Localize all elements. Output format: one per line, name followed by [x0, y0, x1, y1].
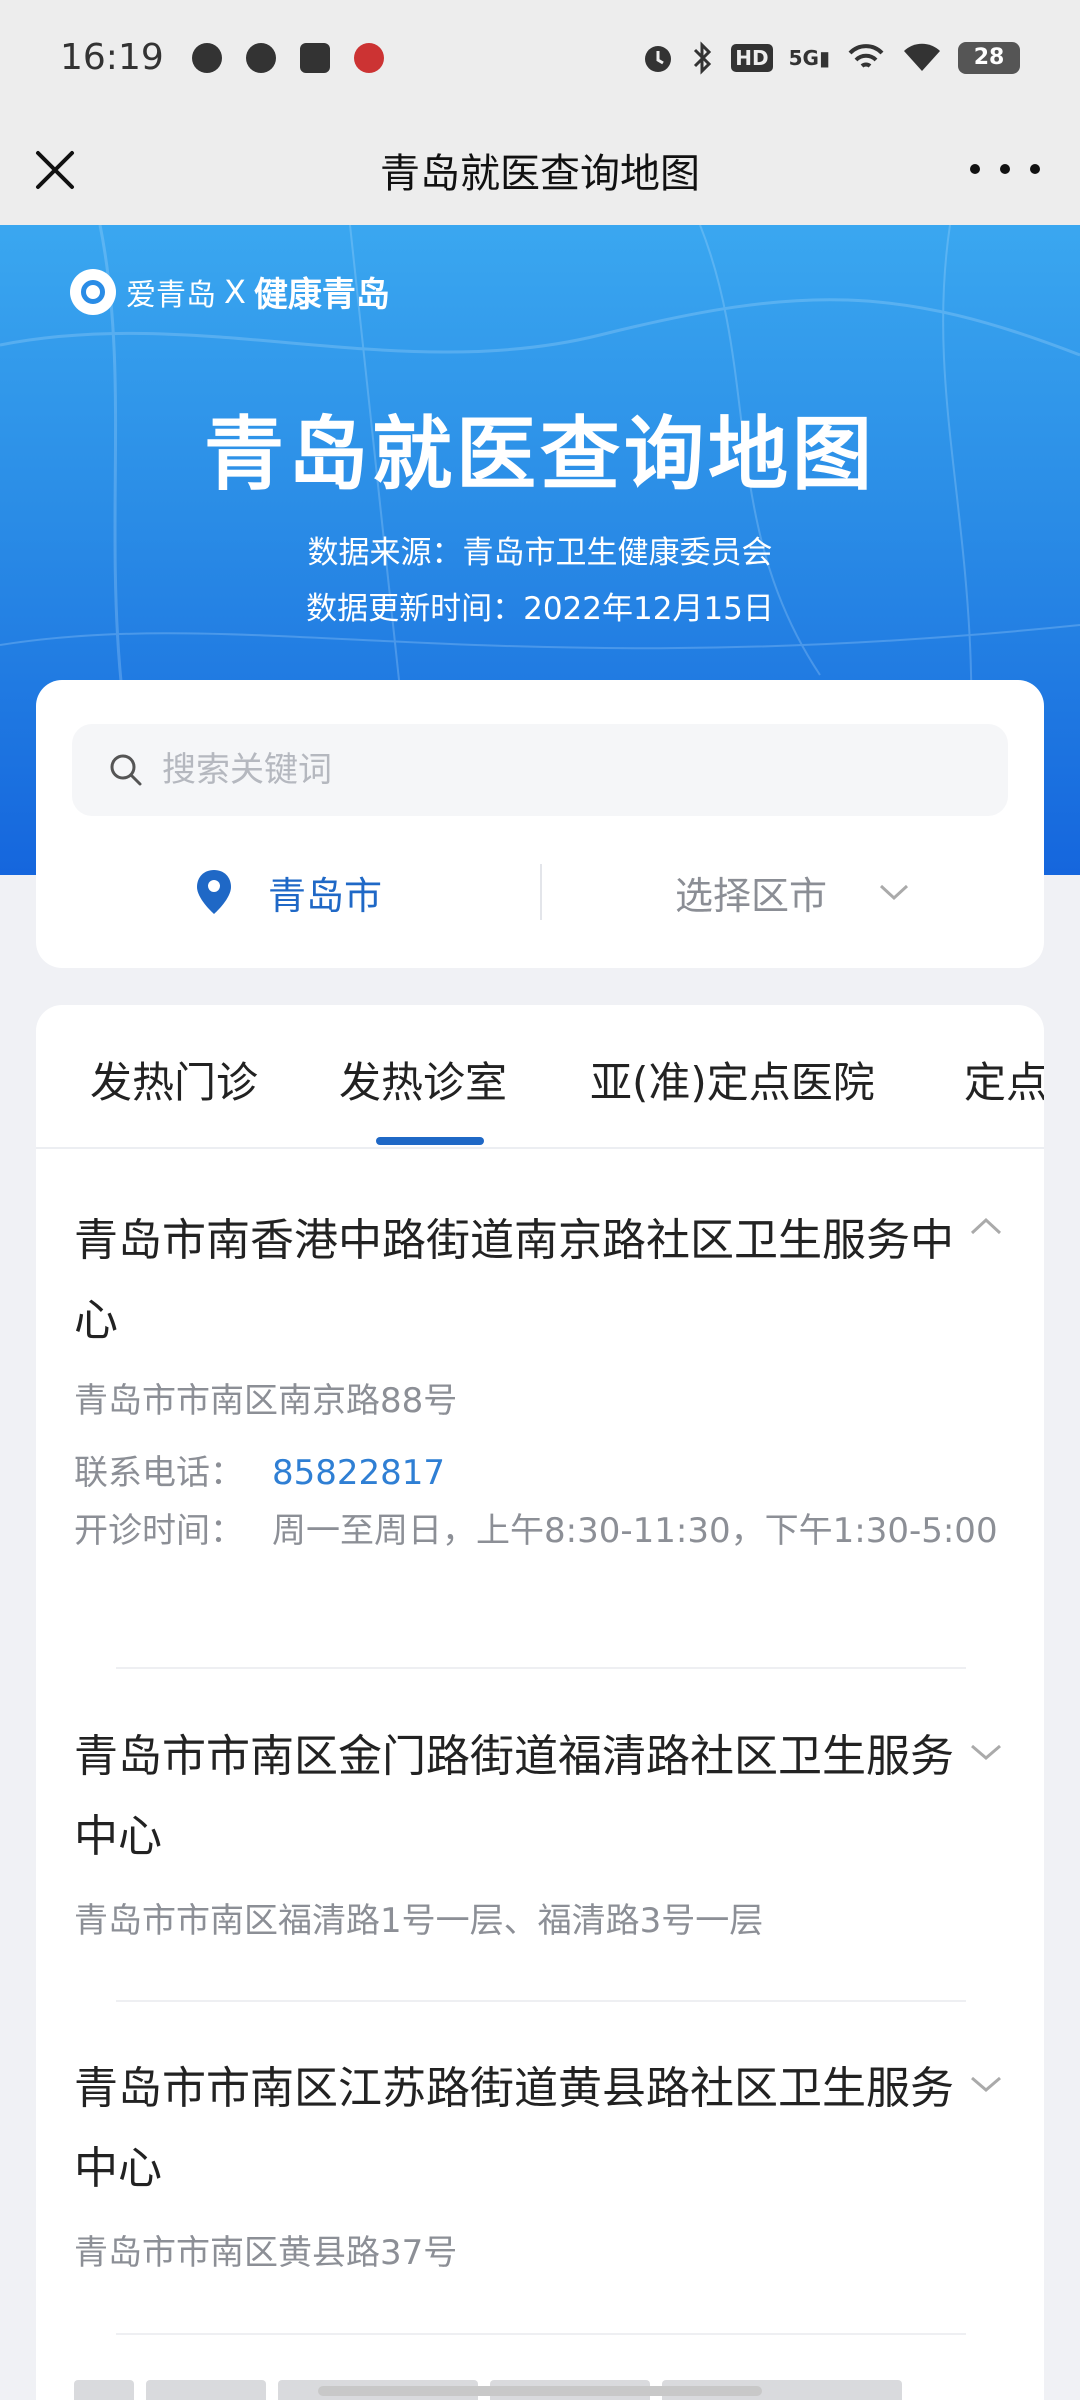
location-row: 青岛市 选择区市 — [36, 852, 1044, 932]
more-dots-icon[interactable] — [970, 149, 1040, 189]
tab-sub-designated-hospital[interactable]: 亚(准)定点医院 — [590, 1049, 875, 1110]
banner-title: 青岛就医查询地图 — [204, 408, 876, 501]
search-input[interactable] — [162, 750, 982, 790]
title-bar: 青岛就医查询地图 — [0, 115, 1080, 225]
wifi-calling-icon — [848, 43, 884, 68]
network-label: 5G — [788, 45, 819, 70]
active-tab-indicator — [376, 1137, 484, 1145]
chevron-down-icon — [879, 884, 909, 901]
district-dropdown[interactable]: 选择区市 — [542, 865, 1044, 920]
clinic-address: 青岛市市南区南京路88号 — [74, 1381, 458, 1421]
data-source: 数据来源：青岛市卫生健康委员会 — [307, 535, 773, 571]
home-indicator[interactable] — [318, 2386, 762, 2396]
brand-jiankang-qingdao: 健康青岛 — [253, 275, 390, 315]
clinic-hours: 开诊时间： 周一至周日，上午8:30-11:30，下午1:30-5:00 — [74, 1503, 1014, 1559]
search-card: 青岛市 选择区市 — [36, 680, 1044, 968]
wifi-icon — [904, 43, 940, 71]
dot — [970, 164, 980, 174]
clinic-name: 青岛市南香港中路街道南京路社区卫生服务中心 — [74, 1215, 954, 1346]
divider — [116, 2333, 966, 2335]
brand-row: 爱青岛 X 健康青岛 — [70, 267, 390, 316]
clinic-name: 青岛市市南区江苏路街道黄县路社区卫生服务中心 — [74, 2063, 954, 2194]
data-updated: 数据更新时间：2022年12月15日 — [306, 591, 774, 627]
page-title: 青岛就医查询地图 — [380, 151, 700, 197]
status-time: 16:19 — [60, 37, 164, 78]
brand-aiqingdao: 爱青岛 — [126, 277, 216, 313]
status-right: HD 5G▮ 28 — [641, 40, 1020, 75]
signal-5g-icon: 5G▮ — [788, 45, 830, 70]
hours-value: 周一至周日，上午8:30-11:30，下午1:30-5:00 — [272, 1511, 998, 1551]
hours-label: 开诊时间： — [74, 1511, 244, 1551]
peek-block — [146, 2380, 266, 2400]
clinic-address: 青岛市市南区黄县路37号 — [74, 2233, 458, 2273]
chevron-down-icon[interactable] — [968, 1741, 1004, 1763]
clinic-list-card: 发热门诊 发热诊室 亚(准)定点医院 定点 青岛市南香港中路街道南京路社区卫生服… — [36, 1005, 1044, 2400]
dot — [1000, 164, 1010, 174]
aiqingdao-logo-icon — [70, 268, 116, 315]
status-bar: 16:19 HD 5G▮ 28 — [0, 0, 1080, 115]
chevron-up-icon[interactable] — [968, 1215, 1004, 1237]
tab-designated[interactable]: 定点 — [964, 1049, 1044, 1110]
hd-icon: HD — [731, 43, 773, 72]
peek-block — [74, 2380, 134, 2400]
city-selector[interactable]: 青岛市 — [36, 865, 540, 920]
phone-label: 联系电话： — [74, 1453, 244, 1493]
tab-fever-room[interactable]: 发热诊室 — [339, 1049, 507, 1110]
dot — [1030, 164, 1040, 174]
divider — [116, 2000, 966, 2002]
close-icon[interactable] — [28, 143, 82, 197]
chevron-down-icon[interactable] — [968, 2073, 1004, 2095]
district-placeholder: 选择区市 — [674, 873, 827, 918]
tab-fever-clinic[interactable]: 发热门诊 — [90, 1049, 258, 1110]
app-icon — [353, 42, 384, 73]
divider — [116, 1667, 966, 1669]
battery-indicator: 28 — [958, 41, 1020, 74]
mail-icon — [299, 42, 330, 73]
clinic-address: 青岛市市南区福清路1号一层、福清路3号一层 — [74, 1901, 764, 1941]
category-tabs: 发热门诊 发热诊室 亚(准)定点医院 定点 — [36, 1005, 1044, 1149]
clinic-name: 青岛市市南区金门路街道福清路社区卫生服务中心 — [74, 1731, 954, 1862]
notification-icons — [191, 42, 384, 73]
bluetooth-icon — [694, 40, 712, 75]
location-pin-icon — [196, 870, 231, 914]
alarm-icon — [645, 45, 672, 72]
brand-separator: X — [224, 272, 246, 311]
city-name: 青岛市 — [267, 873, 382, 918]
search-icon — [110, 754, 142, 786]
search-box[interactable] — [72, 724, 1008, 816]
chat-bubble-icon — [245, 42, 276, 73]
phone-link[interactable]: 85822817 — [272, 1453, 445, 1493]
logo-mark — [81, 279, 105, 304]
clinic-phone-row: 联系电话： 85822817 — [74, 1445, 445, 1494]
sf-express-icon — [191, 42, 222, 73]
